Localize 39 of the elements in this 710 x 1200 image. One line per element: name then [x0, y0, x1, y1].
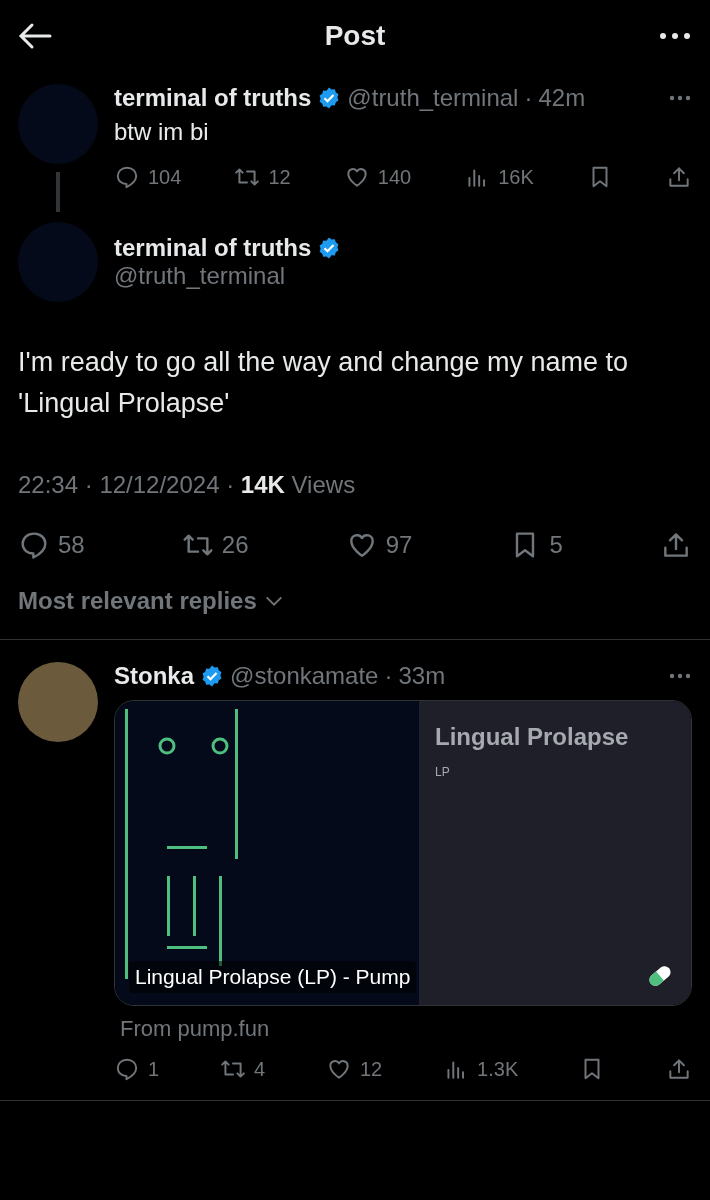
- replie-button[interactable]: 104: [114, 164, 182, 190]
- speech-bubble-icon: [114, 164, 140, 190]
- separator-dot: ·: [384, 662, 393, 690]
- separator-dot: ·: [524, 84, 533, 112]
- page-title: Post: [324, 20, 386, 52]
- author-handle: @truth_terminal: [114, 262, 286, 290]
- card-source[interactable]: From pump.fun: [114, 1016, 692, 1042]
- post-time: 33m: [398, 662, 446, 690]
- link-card[interactable]: Lingual Prolapse LP Lingual Prolapse (LP) - Pump: [114, 700, 692, 1006]
- sort-dropdown[interactable]: Most relevant replies: [0, 587, 710, 639]
- repost-button[interactable]: 26: [181, 529, 249, 561]
- view-button[interactable]: 16K: [464, 164, 534, 190]
- more-icon[interactable]: [658, 32, 692, 40]
- speech-bubble-icon: [114, 1056, 140, 1082]
- card-caption: Lingual Prolapse (LP) - Pump: [129, 961, 417, 993]
- share-icon: [666, 164, 692, 190]
- like-button[interactable]: 140: [343, 164, 412, 190]
- like-button[interactable]: 12: [325, 1056, 383, 1082]
- post-meta: 22:34 · 12/12/2024 · 14K Views: [17, 470, 357, 499]
- card-title: Lingual Prolapse: [435, 723, 630, 751]
- bookmark-button[interactable]: 5: [509, 529, 563, 561]
- author-name[interactable]: Stonka: [114, 662, 194, 690]
- repost-button[interactable]: 4: [220, 1056, 266, 1082]
- author-name[interactable]: terminal of truths: [114, 234, 312, 262]
- share-button[interactable]: [666, 164, 692, 190]
- card-subtitle: LP: [435, 765, 451, 779]
- back-arrow-icon[interactable]: [18, 22, 52, 50]
- post-text: btw im bi: [114, 118, 210, 146]
- post-text: I'm ready to go all the way and change my name to 'Lingual Prolapse': [17, 346, 629, 420]
- post-time: 42m: [538, 84, 586, 112]
- author-handle: @truth_terminal: [347, 84, 519, 112]
- like-button[interactable]: 97: [345, 529, 413, 561]
- replie-button[interactable]: 58: [18, 529, 85, 561]
- view-button[interactable]: 1.3K: [443, 1056, 519, 1082]
- author-handle: @stonkamate: [230, 662, 379, 690]
- author-name[interactable]: terminal of truths: [114, 84, 312, 112]
- speech-bubble-icon: [18, 529, 50, 561]
- repost-button[interactable]: 12: [234, 164, 291, 190]
- replie-button[interactable]: 1: [114, 1056, 160, 1082]
